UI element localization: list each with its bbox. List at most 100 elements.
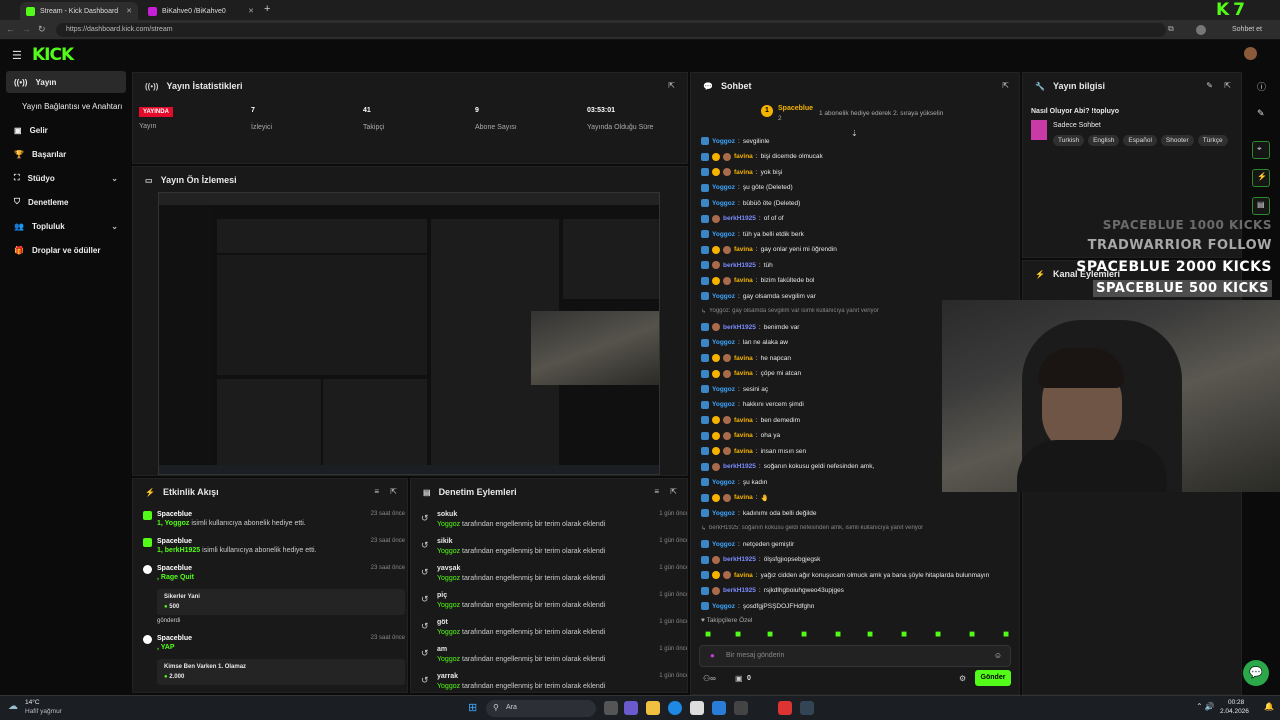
sidebar-item-drops[interactable]: 🎁 Droplar ve ödüller: [6, 239, 126, 261]
menu-icon[interactable]: ☰: [12, 49, 22, 62]
taskbar-search[interactable]: ⚲ Ara: [486, 700, 596, 717]
profile-avatar[interactable]: [1196, 25, 1206, 35]
emote-icon[interactable]: ■: [801, 629, 807, 640]
chat-username[interactable]: favina: [734, 246, 753, 253]
mic-icon[interactable]: ●: [710, 651, 715, 660]
sidebar-item-achievements[interactable]: 🏆 Başarılar: [6, 143, 126, 165]
sidebar-item-moderation[interactable]: ⛉ Denetleme: [6, 191, 126, 213]
chat-username[interactable]: favina: [734, 355, 753, 362]
edge-browser-icon[interactable]: [668, 701, 682, 715]
undo-icon[interactable]: ↺: [421, 675, 429, 686]
chat-username[interactable]: Yoggoz: [712, 200, 735, 207]
floating-chat-button[interactable]: 💬: [1243, 660, 1269, 686]
notification-bell-icon[interactable]: 🔔: [1264, 702, 1274, 711]
emote-icon[interactable]: ■: [867, 629, 873, 640]
chat-username[interactable]: berkH1925: [723, 463, 756, 470]
chat-username[interactable]: favina: [734, 432, 753, 439]
user-avatar[interactable]: [1244, 47, 1257, 60]
store-icon[interactable]: [690, 701, 704, 715]
rail-bolt-button[interactable]: ⚡: [1252, 169, 1270, 187]
chat-username[interactable]: favina: [734, 494, 753, 501]
tag[interactable]: Türkçe: [1197, 135, 1228, 146]
chat-username[interactable]: Yoggoz: [712, 386, 735, 393]
copilot-icon[interactable]: [624, 701, 638, 715]
chat-message[interactable]: berkH1925: tüh: [701, 261, 1011, 269]
chat-username[interactable]: berkH1925: [723, 556, 756, 563]
chat-message[interactable]: Yoggoz: kadınımı oda belli değilde: [701, 509, 1011, 517]
popout-icon[interactable]: ⇱: [670, 487, 677, 496]
chat-message[interactable]: favina: yağız cidden ağır konuşucam olmuc…: [701, 571, 1011, 579]
system-tray-icons[interactable]: ⌃ 🔊: [1196, 702, 1215, 711]
rail-clip-button[interactable]: ⌖: [1252, 141, 1270, 159]
undo-icon[interactable]: ↺: [421, 621, 429, 632]
tab-bikahve[interactable]: BiKahve0 /BiKahve0 ✕: [142, 2, 260, 20]
chat-username[interactable]: Yoggoz: [712, 541, 735, 548]
chat-message[interactable]: berkH1925: rsjkdlhgboiuhgweo43upjges: [701, 586, 1011, 595]
popout-icon[interactable]: ⇱: [668, 81, 675, 90]
settings-gear-icon[interactable]: ⚙: [959, 674, 966, 683]
tag[interactable]: Turkish: [1053, 135, 1085, 146]
send-button[interactable]: Gönder: [975, 670, 1011, 686]
sidebar-item-revenue[interactable]: ▣ Gelir: [6, 119, 126, 141]
chat-username[interactable]: berkH1925: [723, 215, 756, 222]
emote-icon[interactable]: ■: [705, 629, 711, 640]
chat-username[interactable]: Yoggoz: [712, 603, 735, 610]
chat-message[interactable]: Yoggoz: şu göte (Deleted): [701, 183, 1011, 192]
popout-icon[interactable]: ⇱: [1224, 81, 1231, 90]
sidebar-item-stream[interactable]: ((•)) Yayın: [6, 71, 126, 93]
gift-icon[interactable]: ▣: [735, 674, 743, 683]
chat-message[interactable]: Yoggoz: sevgilinle: [701, 137, 1011, 145]
chat-username[interactable]: favina: [734, 448, 753, 455]
emote-icon[interactable]: ■: [969, 629, 975, 640]
undo-icon[interactable]: ↺: [421, 540, 429, 551]
chat-username[interactable]: Yoggoz: [712, 339, 735, 346]
app-icon[interactable]: [778, 701, 792, 715]
close-tab-icon[interactable]: ✕: [126, 7, 132, 15]
popout-icon[interactable]: ⇱: [1002, 81, 1009, 90]
stream-preview-video[interactable]: [158, 192, 660, 475]
filter-icon[interactable]: ≡: [374, 487, 379, 496]
tag[interactable]: English: [1088, 135, 1120, 146]
extensions-icon[interactable]: ⧉: [1168, 24, 1174, 34]
kick-logo[interactable]: KICK: [32, 45, 74, 65]
chat-username[interactable]: Yoggoz: [712, 184, 735, 191]
chat-username[interactable]: berkH1925: [723, 262, 756, 269]
chat-username[interactable]: favina: [734, 572, 753, 579]
undo-icon[interactable]: ↺: [421, 567, 429, 578]
undo-icon[interactable]: ↺: [421, 648, 429, 659]
edit-pencil-icon[interactable]: ✎: [1206, 81, 1213, 90]
chat-message[interactable]: Yoggoz: bübüö öte (Deleted): [701, 199, 1011, 207]
chat-username[interactable]: favina: [734, 277, 753, 284]
chat-message[interactable]: favina: bizim fakültede bol: [701, 276, 1011, 285]
tab-stream-dashboard[interactable]: Stream - Kick Dashboard ✕: [20, 2, 138, 20]
chat-username[interactable]: Yoggoz: [712, 510, 735, 517]
close-tab-icon[interactable]: ✕: [248, 7, 254, 15]
file-explorer-icon[interactable]: [646, 701, 660, 715]
chat-message[interactable]: Yoggoz: netçeden gemiştir: [701, 540, 1011, 548]
url-input[interactable]: https://dashboard.kick.com/stream: [56, 23, 1166, 37]
mail-icon[interactable]: [712, 701, 726, 715]
windows-start-icon[interactable]: ⊞: [468, 701, 477, 714]
emote-icon[interactable]: ■: [935, 629, 941, 640]
chat-username[interactable]: favina: [734, 417, 753, 424]
chat-message[interactable]: favina: gay onlar yeni mi öğrendin: [701, 245, 1011, 254]
chat-message[interactable]: berkH1925: ölşsfgjıopsebgjegsk: [701, 555, 1011, 564]
chat-input[interactable]: ● Bir mesaj gönderin ☺: [699, 645, 1011, 667]
chat-username[interactable]: favina: [734, 370, 753, 377]
chat-username[interactable]: favina: [734, 153, 753, 160]
chat-message[interactable]: Yoggoz: şosdfgjPSŞDOJFHdfghn: [701, 602, 1011, 610]
chat-username[interactable]: Yoggoz: [712, 138, 735, 145]
chat-username[interactable]: favina: [734, 169, 753, 176]
steam-icon[interactable]: [800, 701, 814, 715]
tag[interactable]: Shooter: [1160, 135, 1194, 146]
popout-icon[interactable]: ⇱: [390, 487, 397, 496]
task-view-icon[interactable]: [604, 701, 618, 715]
new-tab-icon[interactable]: +: [264, 3, 270, 15]
emote-icon[interactable]: ■: [901, 629, 907, 640]
emote-icon[interactable]: ■: [767, 629, 773, 640]
info-icon[interactable]: ⓘ: [1257, 80, 1266, 93]
emote-icon[interactable]: ■: [835, 629, 841, 640]
chat-message[interactable]: favina: bişi dicemde olmucak: [701, 152, 1011, 161]
filter-icon[interactable]: ≡: [654, 487, 659, 496]
sidebar-item-community[interactable]: 👥 Topluluk ⌄: [6, 215, 126, 237]
